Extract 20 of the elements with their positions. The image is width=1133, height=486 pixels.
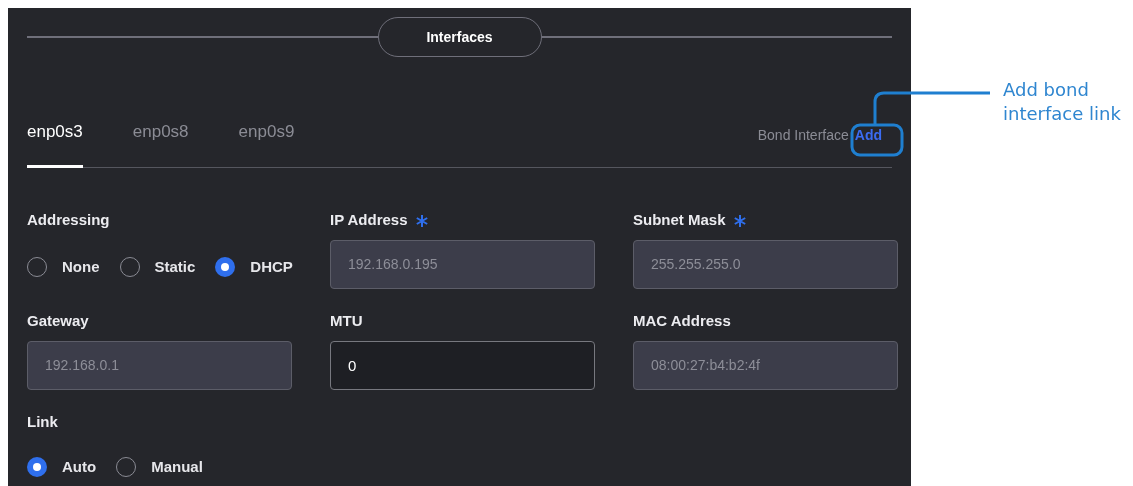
field-label: MTU (330, 311, 363, 332)
field-label: Gateway (27, 311, 89, 332)
radio-option[interactable]: None (27, 255, 100, 278)
radio-option[interactable]: Manual (116, 455, 203, 478)
radio-option[interactable]: DHCP (215, 255, 293, 278)
field-label: MAC Address (633, 311, 731, 332)
tab[interactable]: enp0s8 (132, 119, 189, 168)
field-label: Subnet Mask (633, 210, 726, 231)
tab[interactable]: enp0s9 (238, 119, 295, 168)
bond-interface-label: Bond Interface (757, 125, 849, 145)
radio-option[interactable]: Static (119, 255, 196, 278)
radio-option[interactable]: Auto (27, 455, 97, 478)
text-field[interactable]: 0 (330, 340, 595, 390)
callout-label: Add bond interface link (1003, 78, 1122, 126)
field-label: IP Address (330, 210, 408, 231)
required-icon (733, 214, 746, 227)
required-icon (415, 214, 428, 227)
tab[interactable]: enp0s3 (27, 119, 83, 168)
field-label: Link (27, 412, 58, 433)
field-label: Addressing (27, 210, 110, 231)
